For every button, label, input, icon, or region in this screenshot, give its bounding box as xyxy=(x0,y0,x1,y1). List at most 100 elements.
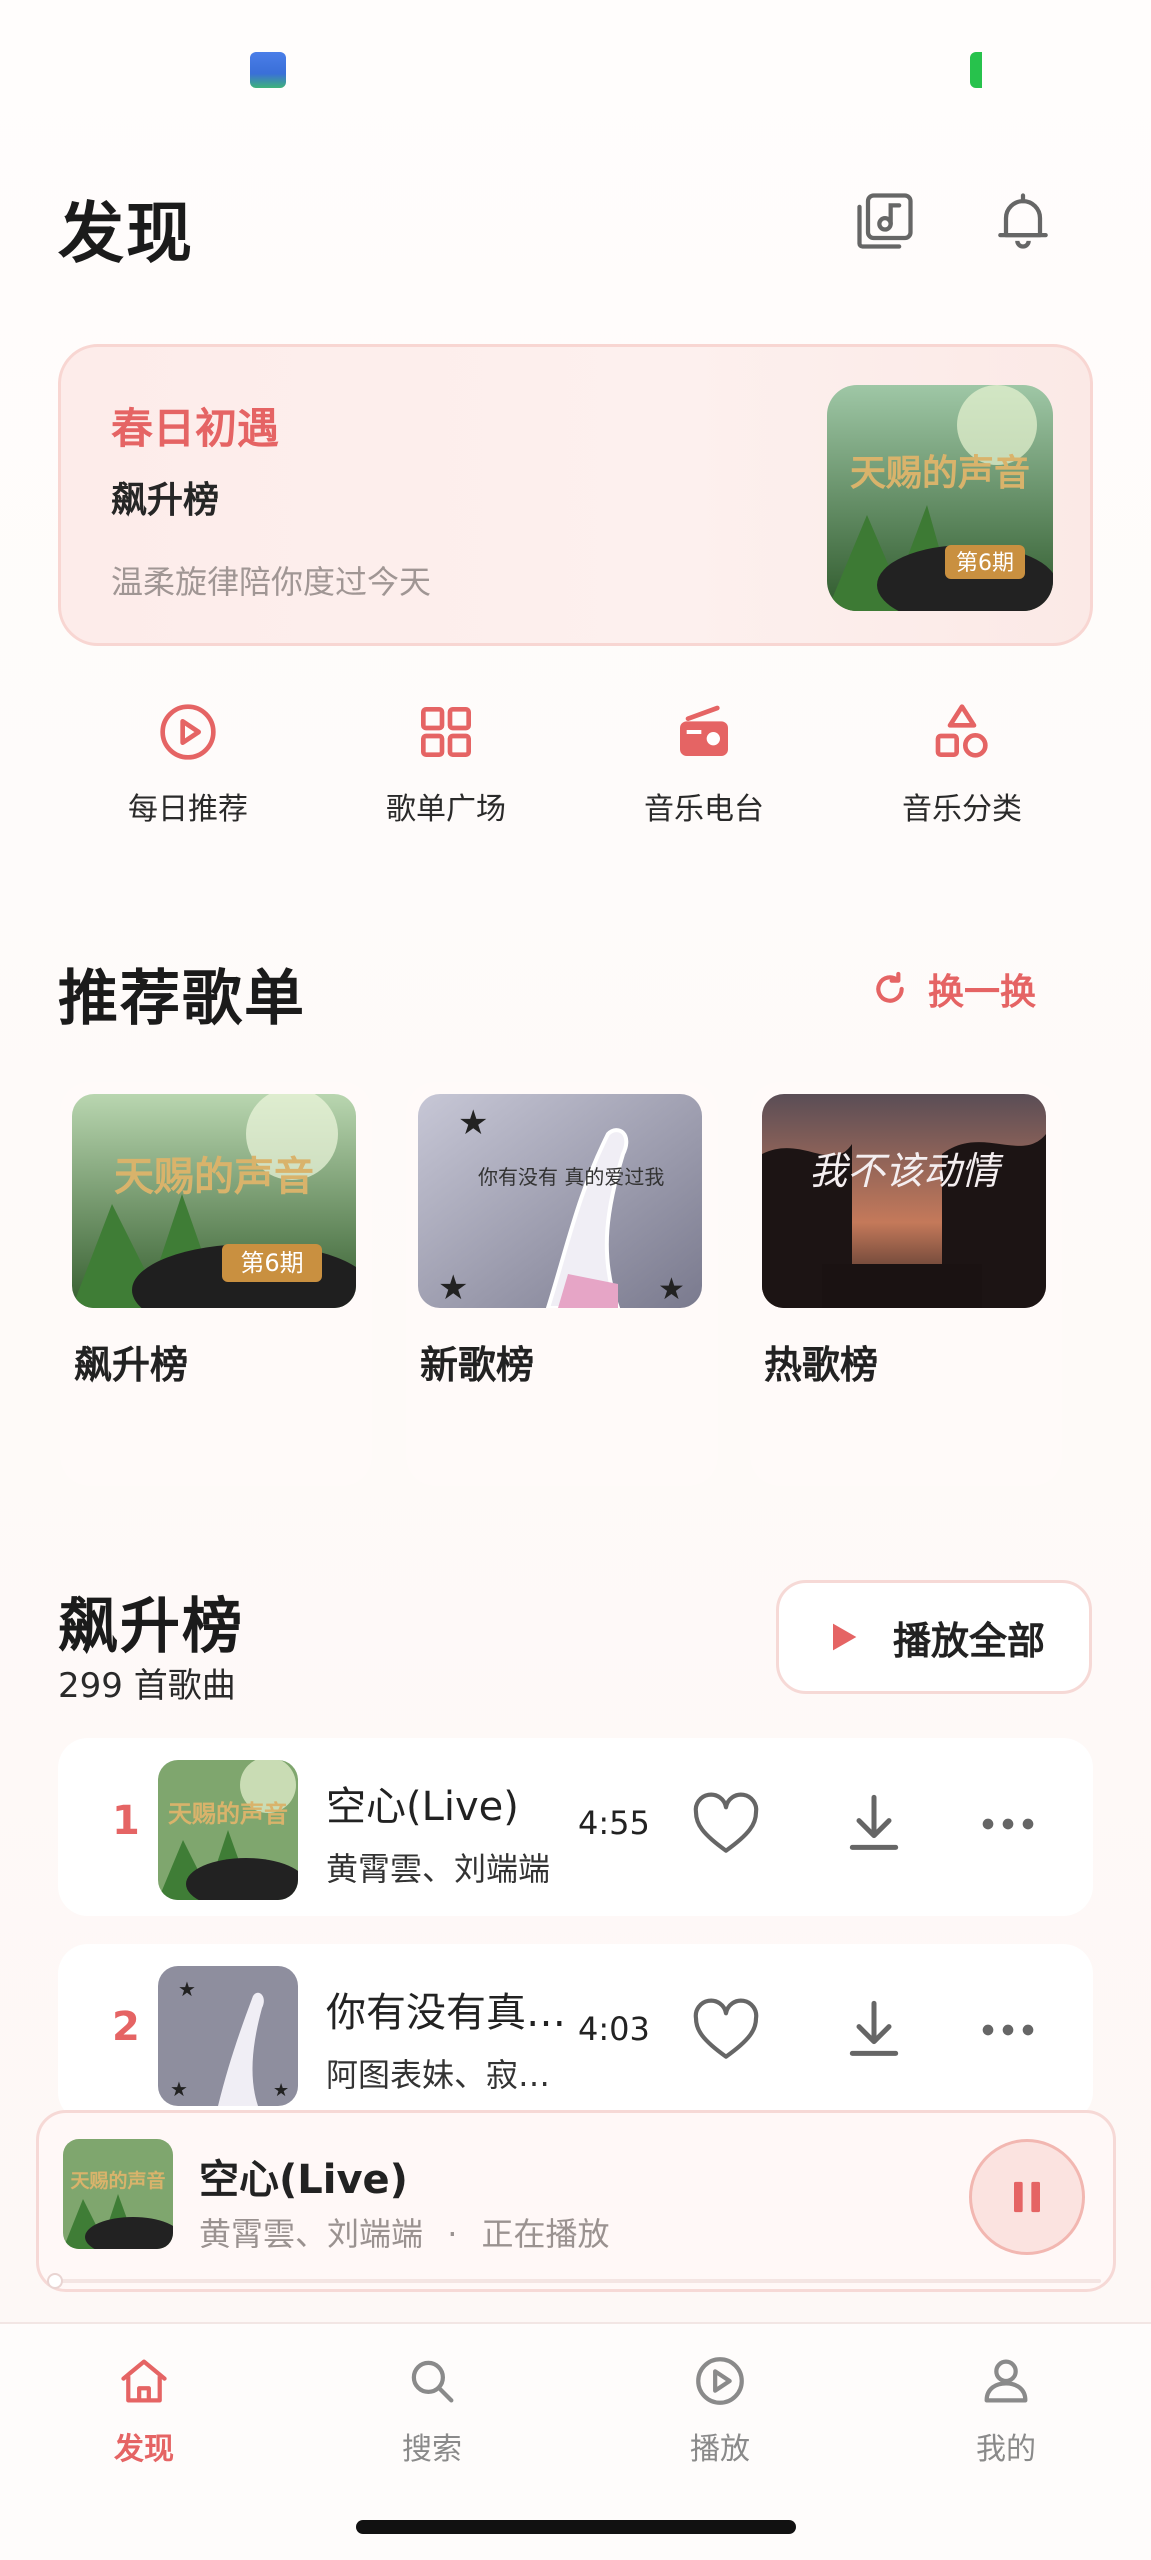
tab-player[interactable]: 播放 xyxy=(640,2352,800,2468)
heart-icon xyxy=(693,1792,759,1853)
now-playing-meta: 黄霄雲、刘端端 · 正在播放 xyxy=(199,2209,610,2255)
meta-separator: · xyxy=(447,2215,458,2253)
playlist-name: 飙升榜 xyxy=(74,1343,189,1387)
playlist-card[interactable]: 天赐的声音 第6期 飙升榜 xyxy=(60,1082,372,1486)
song-artist: 阿图表妹、寂… xyxy=(326,2056,551,2094)
now-playing-status: 正在播放 xyxy=(481,2215,610,2253)
play-icon xyxy=(832,1623,857,1651)
search-icon xyxy=(411,2360,454,2403)
svg-text:天赐的声音: 天赐的声音 xyxy=(168,1800,288,1828)
svg-text:天赐的声音: 天赐的声音 xyxy=(850,453,1030,494)
call-indicator-icon xyxy=(970,52,982,88)
tab-label: 播放 xyxy=(690,2432,750,2467)
tab-search[interactable]: 搜索 xyxy=(352,2352,512,2468)
play-all-button[interactable]: 播放全部 xyxy=(776,1580,1092,1694)
now-playing-cover-image: 天赐的声音 xyxy=(63,2139,173,2249)
song-rank: 1 xyxy=(112,1798,140,1844)
song-rank: 2 xyxy=(112,2004,140,2050)
featured-card[interactable]: 春日初遇 飙升榜 温柔旋律陪你度过今天 天赐的声音 第6期 xyxy=(58,344,1093,646)
music-library-button[interactable] xyxy=(840,176,930,266)
grid-icon xyxy=(421,707,471,757)
playlist-card[interactable]: 你有没有 真的爱过我 ★ ★ ★ 新歌榜 xyxy=(406,1082,718,1486)
pause-icon xyxy=(1014,2181,1040,2213)
quick-nav-playlist-square[interactable]: 歌单广场 xyxy=(336,700,556,828)
radio-icon xyxy=(680,705,728,756)
svg-text:★: ★ xyxy=(458,1103,488,1143)
quick-nav-label: 歌单广场 xyxy=(386,792,506,827)
playlist-cover-text: 你有没有 真的爱过我 xyxy=(478,1165,664,1189)
song-title: 空心(Live) xyxy=(326,1784,519,1830)
quick-nav-label: 每日推荐 xyxy=(128,792,248,827)
quick-nav-category[interactable]: 音乐分类 xyxy=(852,700,1072,828)
refresh-button[interactable]: 换一换 xyxy=(870,963,1036,1015)
playlist-cover-image: 天赐的声音 第6期 xyxy=(72,1094,356,1308)
more-button[interactable] xyxy=(968,1990,1048,2070)
playlist-card[interactable]: 我不该动情 热歌榜 xyxy=(750,1082,1062,1486)
quick-nav-radio[interactable]: 音乐电台 xyxy=(594,700,814,828)
playback-progress-bar[interactable] xyxy=(51,2279,1101,2283)
quick-nav-daily[interactable]: 每日推荐 xyxy=(78,700,298,828)
mini-player[interactable]: 天赐的声音 空心(Live) 黄霄雲、刘端端 · 正在播放 xyxy=(36,2110,1116,2292)
app-notification-icon xyxy=(250,52,286,88)
home-icon xyxy=(121,2359,167,2403)
featured-cover-image: 天赐的声音 第6期 xyxy=(827,385,1053,611)
playback-progress-handle[interactable] xyxy=(47,2273,63,2289)
more-icon xyxy=(982,1818,1034,1830)
more-button[interactable] xyxy=(968,1784,1048,1864)
svg-text:天赐的声音: 天赐的声音 xyxy=(70,2169,165,2192)
playlist-cover-text: 我不该动情 xyxy=(809,1149,1004,1193)
like-button[interactable] xyxy=(686,1990,766,2070)
featured-title: 春日初遇 xyxy=(111,404,280,453)
user-icon xyxy=(984,2359,1028,2403)
pause-button[interactable] xyxy=(969,2139,1085,2255)
playlist-cover-image: 我不该动情 xyxy=(762,1094,1046,1308)
quick-nav-label: 音乐分类 xyxy=(902,792,1022,827)
playlist-cover-badge: 第6期 xyxy=(240,1249,303,1277)
song-row[interactable]: 2 ★ ★ ★ 你有没有真… 阿图表妹、寂… 4:03 xyxy=(58,1944,1093,2122)
song-cover-image: ★ ★ ★ xyxy=(158,1966,298,2106)
music-library-icon xyxy=(857,193,913,249)
song-artist: 黄霄雲、刘端端 xyxy=(326,1850,551,1888)
tab-label: 我的 xyxy=(976,2432,1036,2467)
page-title: 发现 xyxy=(58,195,194,272)
playlist-cover-text: 天赐的声音 xyxy=(114,1154,314,1200)
featured-description: 温柔旋律陪你度过今天 xyxy=(111,563,432,601)
playlist-cover-image: 你有没有 真的爱过我 ★ ★ ★ xyxy=(418,1094,702,1308)
song-duration: 4:55 xyxy=(578,1804,650,1842)
download-icon xyxy=(849,2000,899,2056)
play-circle-icon xyxy=(160,704,216,760)
download-button[interactable] xyxy=(834,1990,914,2070)
notification-button[interactable] xyxy=(978,176,1068,266)
svg-text:★: ★ xyxy=(658,1272,685,1307)
refresh-label: 换一换 xyxy=(928,972,1037,1013)
more-icon xyxy=(982,2024,1034,2036)
play-all-label: 播放全部 xyxy=(892,1618,1045,1663)
tab-label: 发现 xyxy=(114,2432,174,2467)
tab-profile[interactable]: 我的 xyxy=(926,2352,1086,2468)
svg-text:★: ★ xyxy=(170,2077,188,2101)
play-circle-icon xyxy=(696,2357,744,2405)
svg-text:第6期: 第6期 xyxy=(956,551,1014,576)
playlist-name: 热歌榜 xyxy=(764,1343,879,1387)
recommend-section-title: 推荐歌单 xyxy=(58,964,306,1034)
tab-discover[interactable]: 发现 xyxy=(64,2352,224,2468)
refresh-icon xyxy=(876,971,904,1003)
featured-subtitle: 飙升榜 xyxy=(111,480,220,521)
download-icon xyxy=(849,1794,899,1850)
heart-icon xyxy=(693,1998,759,2059)
song-cover-image: 天赐的声音 xyxy=(158,1760,298,1900)
now-playing-artist: 黄霄雲、刘端端 xyxy=(199,2215,424,2253)
song-duration: 4:03 xyxy=(578,2010,650,2048)
svg-text:★: ★ xyxy=(273,2080,289,2101)
shapes-icon xyxy=(935,704,988,758)
home-indicator[interactable] xyxy=(356,2520,796,2534)
tab-label: 搜索 xyxy=(402,2432,462,2467)
quick-nav-label: 音乐电台 xyxy=(644,792,764,827)
bell-icon xyxy=(998,193,1048,249)
like-button[interactable] xyxy=(686,1784,766,1864)
song-row[interactable]: 1 天赐的声音 空心(Live) 黄霄雲、刘端端 4:55 xyxy=(58,1738,1093,1916)
chart-song-count: 299 首歌曲 xyxy=(58,1666,236,1706)
playlist-name: 新歌榜 xyxy=(420,1343,535,1387)
svg-text:★: ★ xyxy=(178,1977,196,2001)
download-button[interactable] xyxy=(834,1784,914,1864)
